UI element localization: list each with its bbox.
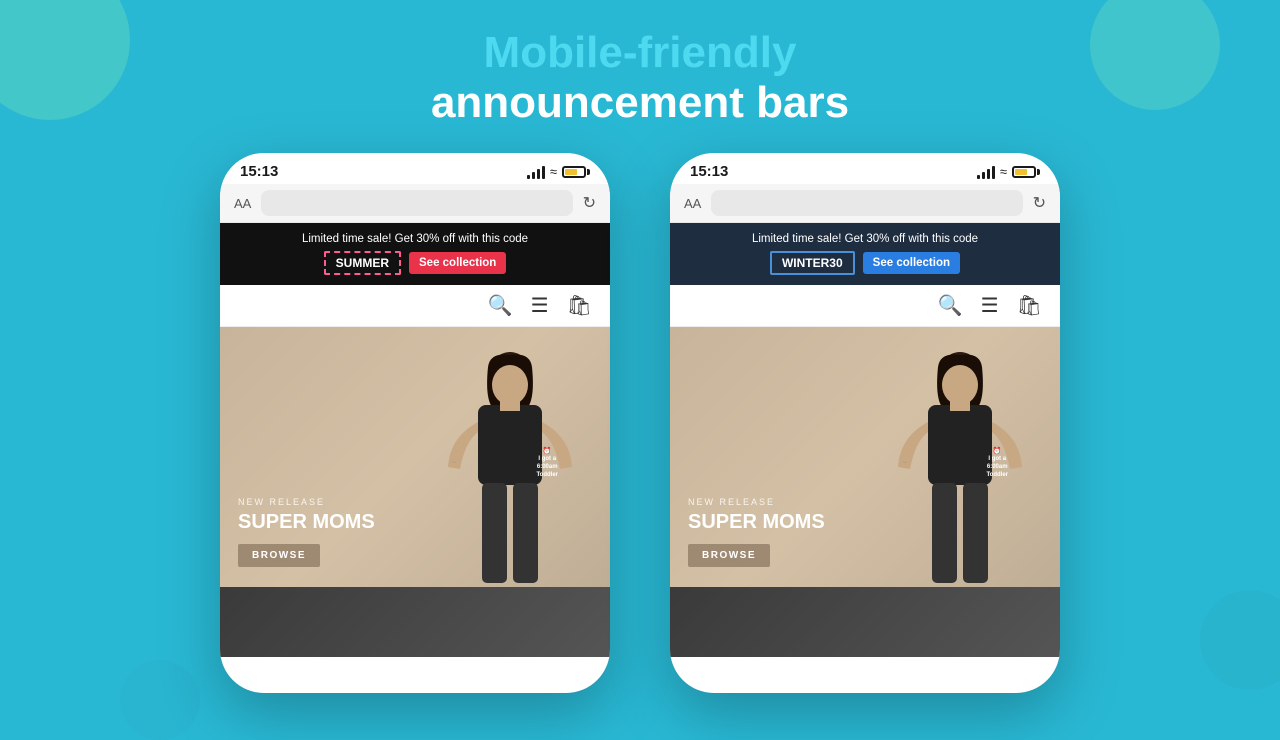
phone-left-content-2 [220, 587, 610, 657]
hero-text-overlay-left: NEW RELEASE SUPER MOMS BROWSE [238, 497, 375, 567]
signal-bar-r1 [977, 175, 980, 179]
svg-text:~: ~ [452, 458, 457, 467]
signal-bar-r2 [982, 172, 985, 179]
header-highlight: Mobile-friendly [484, 28, 797, 77]
phone-left-time: 15:13 [240, 163, 278, 180]
phones-container: 15:13 ≈ AA ↻ [0, 148, 1280, 693]
menu-icon-right[interactable]: ☰ [981, 293, 999, 318]
phone-left-nav-bar: 🔍 ☰ 🛍 [220, 285, 610, 327]
signal-bar-3 [537, 169, 540, 179]
phone-right-status-bar: 15:13 ≈ [670, 153, 1060, 184]
browser-url-bar-right [711, 190, 1022, 216]
winter-code-button[interactable]: WINTER30 [770, 251, 855, 275]
summer-code-button[interactable]: SUMMER [324, 251, 401, 275]
signal-bar-r4 [992, 166, 995, 179]
cart-icon-right[interactable]: 🛍 [1017, 293, 1042, 318]
announcement-buttons-right: WINTER30 See collection [770, 251, 960, 275]
phone-right-status-icons: ≈ [977, 164, 1040, 179]
bg-circle-bottom-left [120, 660, 200, 740]
phone-left-content-2-inner [220, 587, 610, 657]
browser-refresh-left: ↻ [583, 193, 596, 213]
hero-super-moms-right: SUPER MOMS [688, 511, 825, 534]
signal-bar-r3 [987, 169, 990, 179]
wifi-icon: ≈ [550, 164, 557, 179]
see-collection-button-right[interactable]: See collection [863, 252, 960, 274]
phone-right-content-2 [670, 587, 1060, 657]
woman-figure-right: ~ [860, 347, 1060, 587]
hero-browse-button-right[interactable]: BROWSE [688, 544, 770, 567]
signal-icon [527, 165, 545, 179]
phone-right-content-2-inner [670, 587, 1060, 657]
menu-icon-left[interactable]: ☰ [531, 293, 549, 318]
signal-bar-1 [527, 175, 530, 179]
battery-icon-right [1012, 166, 1040, 178]
cart-icon-left[interactable]: 🛍 [567, 293, 592, 318]
browser-aa-left: AA [234, 196, 251, 211]
hero-browse-button-left[interactable]: BROWSE [238, 544, 320, 567]
announcement-bar-left: Limited time sale! Get 30% off with this… [220, 223, 610, 285]
phone-right-nav-bar: 🔍 ☰ 🛍 [670, 285, 1060, 327]
browser-aa-right: AA [684, 196, 701, 211]
announcement-buttons-left: SUMMER See collection [324, 251, 507, 275]
phone-right-hero: ~ ⏰ I got a6:00amToddler NEW RELEASE SUP… [670, 327, 1060, 587]
phone-left-hero: ~ ⏰ I got a6:00amToddler NEW RELEASE SUP… [220, 327, 610, 587]
shirt-text: I got a6:00amToddler [536, 456, 558, 479]
announcement-text-left: Limited time sale! Get 30% off with this… [302, 233, 528, 245]
announcement-bar-right: Limited time sale! Get 30% off with this… [670, 223, 1060, 285]
search-icon-left[interactable]: 🔍 [488, 293, 513, 318]
phone-left-status-icons: ≈ [527, 164, 590, 179]
battery-icon [562, 166, 590, 178]
phone-left-status-bar: 15:13 ≈ [220, 153, 610, 184]
phone-left-browser-bar: AA ↻ [220, 184, 610, 223]
hero-text-overlay-right: NEW RELEASE SUPER MOMS BROWSE [688, 497, 825, 567]
phone-right-browser-bar: AA ↻ [670, 184, 1060, 223]
phone-right: 15:13 ≈ AA ↻ [670, 153, 1060, 693]
woman-figure-left: ~ [410, 347, 610, 587]
signal-bar-4 [542, 166, 545, 179]
browser-refresh-right: ↻ [1033, 193, 1046, 213]
hero-new-release-right: NEW RELEASE [688, 497, 825, 507]
phone-left: 15:13 ≈ AA ↻ [220, 153, 610, 693]
signal-bar-2 [532, 172, 535, 179]
search-icon-right[interactable]: 🔍 [938, 293, 963, 318]
signal-icon-right [977, 165, 995, 179]
page-header: Mobile-friendly announcement bars [0, 0, 1280, 148]
announcement-text-right: Limited time sale! Get 30% off with this… [752, 233, 978, 245]
shirt-text-right: I got a6:00amToddler [986, 456, 1008, 479]
wifi-icon-right: ≈ [1000, 164, 1007, 179]
browser-url-bar-left [261, 190, 572, 216]
phone-right-time: 15:13 [690, 163, 728, 180]
shirt-clock-icon: ⏰ [536, 447, 558, 456]
hero-new-release-left: NEW RELEASE [238, 497, 375, 507]
shirt-clock-icon-right: ⏰ [986, 447, 1008, 456]
header-subtitle: announcement bars [0, 78, 1280, 128]
hero-super-moms-left: SUPER MOMS [238, 511, 375, 534]
see-collection-button-left[interactable]: See collection [409, 252, 506, 274]
svg-text:~: ~ [902, 458, 907, 467]
